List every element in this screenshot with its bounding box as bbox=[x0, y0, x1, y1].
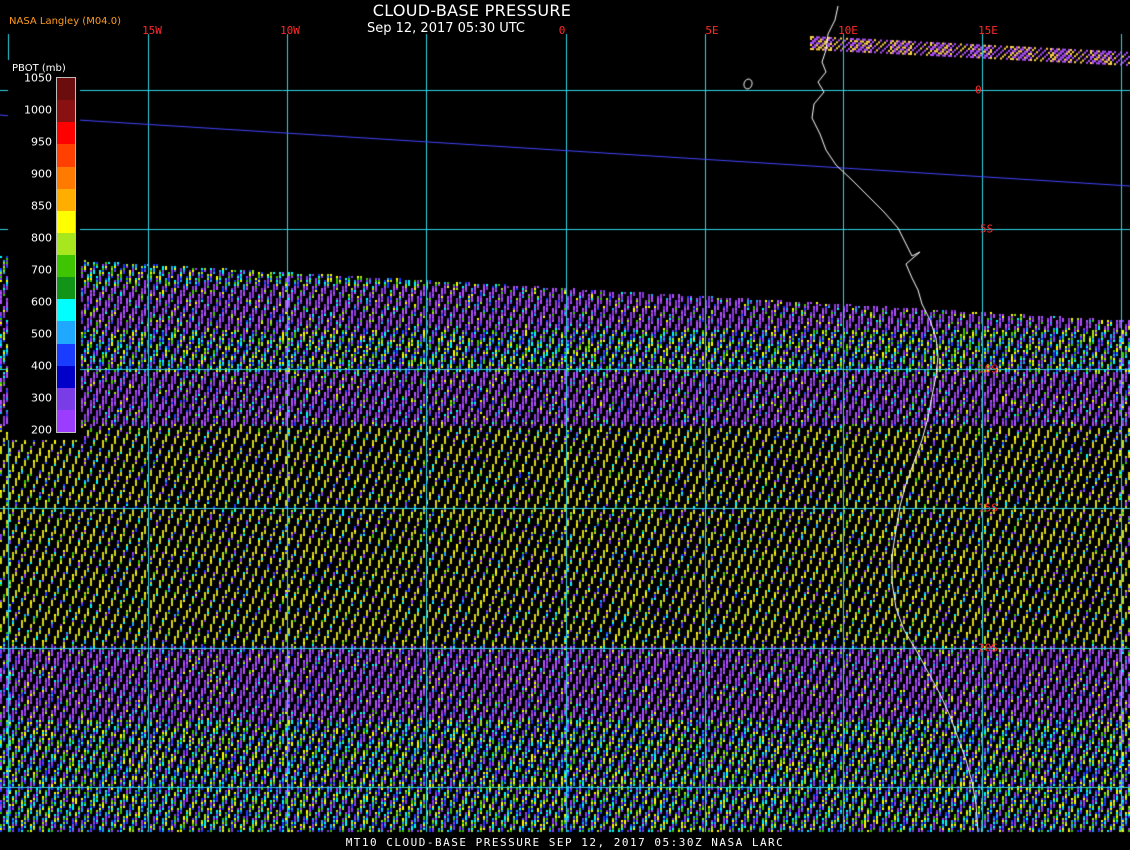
legend-swatch bbox=[57, 387, 75, 410]
lon-label-15e: 15E bbox=[978, 24, 998, 37]
legend-tick: 400 bbox=[31, 359, 52, 373]
legend-tick: 1000 bbox=[24, 103, 52, 117]
legend-swatch bbox=[57, 188, 75, 211]
lon-label-0: 0 bbox=[558, 24, 566, 37]
legend-swatch bbox=[57, 232, 75, 255]
legend-tick: 1050 bbox=[24, 71, 52, 85]
legend-tick: 950 bbox=[31, 135, 52, 149]
lat-label-0: 0 bbox=[975, 83, 982, 97]
legend-swatch bbox=[57, 409, 75, 432]
lon-label-5e: 5E bbox=[705, 24, 719, 37]
legend-swatch bbox=[57, 343, 75, 366]
legend-tick: 800 bbox=[31, 231, 52, 245]
legend-tick: 700 bbox=[31, 263, 52, 277]
lat-label-10s: 10S bbox=[978, 362, 998, 376]
map-title: CLOUD-BASE PRESSURE bbox=[372, 1, 572, 20]
legend-swatch bbox=[57, 100, 75, 123]
legend-tick: 850 bbox=[31, 199, 52, 213]
legend-swatch bbox=[57, 144, 75, 167]
legend-swatch bbox=[57, 255, 75, 278]
footer-caption: MT10 CLOUD-BASE PRESSURE SEP 12, 2017 05… bbox=[345, 836, 785, 849]
legend-swatch bbox=[57, 365, 75, 388]
cloud-base-pressure-map bbox=[0, 0, 1130, 850]
legend-swatch bbox=[57, 299, 75, 322]
map-timestamp: Sep 12, 2017 05:30 UTC bbox=[366, 21, 526, 36]
legend-tick: 200 bbox=[31, 423, 52, 437]
legend-tick: 500 bbox=[31, 327, 52, 341]
legend-swatch bbox=[57, 210, 75, 233]
legend-swatch bbox=[57, 277, 75, 300]
legend-color-bar bbox=[56, 77, 76, 433]
legend-swatch bbox=[57, 166, 75, 189]
legend-tick: 900 bbox=[31, 167, 52, 181]
lon-label-15w: 15W bbox=[142, 24, 162, 37]
legend-swatch bbox=[57, 321, 75, 344]
legend-swatch bbox=[57, 122, 75, 145]
lat-label-20s: 20S bbox=[978, 641, 998, 655]
lat-label-15s: 15S bbox=[978, 501, 998, 515]
lon-label-10w: 10W bbox=[280, 24, 300, 37]
lon-label-10e: 10E bbox=[838, 24, 858, 37]
lat-label-5s: 5S bbox=[980, 222, 994, 236]
legend-tick: 300 bbox=[31, 391, 52, 405]
legend-tick: 600 bbox=[31, 295, 52, 309]
legend-swatch bbox=[57, 78, 75, 101]
color-legend: PBOT (mb) 1050 1000 950 900 850 800 700 … bbox=[0, 0, 80, 440]
